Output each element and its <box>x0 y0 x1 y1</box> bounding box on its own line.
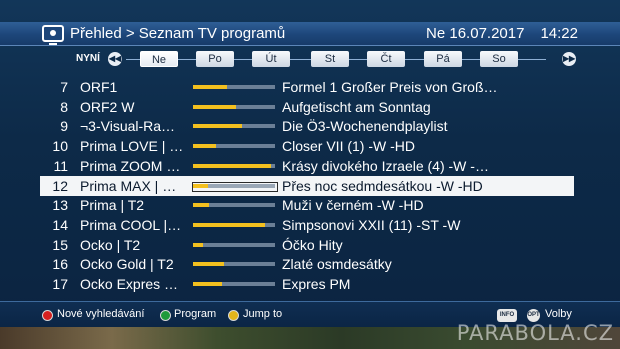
day-tab-friday[interactable]: Pá <box>424 51 462 67</box>
rewind-icon[interactable]: ◀◀ <box>108 52 122 66</box>
progress-fill <box>193 104 236 109</box>
program-title: Closer VII (1) -W -HD <box>282 138 415 155</box>
channel-name: ORF1 <box>80 79 118 95</box>
channel-name: Ocko Gold | T2 <box>80 256 174 273</box>
new-search-label[interactable]: Nové vyhledávání <box>57 308 144 320</box>
yellow-button-icon[interactable] <box>228 310 239 321</box>
progress-bar <box>193 222 275 227</box>
table-row[interactable]: 17 Ocko Expres … Expres PM <box>40 274 574 294</box>
channel-number: 8 <box>60 98 68 115</box>
program-title: Muži v černém -W -HD <box>282 197 424 214</box>
program-title: Óčko Hity <box>282 236 343 253</box>
table-row[interactable]: 15 Ocko | T2 Óčko Hity <box>40 235 574 255</box>
program-title: Krásy divokého Izraele (4) -W -… <box>282 157 489 174</box>
table-row[interactable]: 14 Prima COOL |… Simpsonovi XXII (11) -ST … <box>40 215 574 235</box>
table-row[interactable]: 8 ORF2 W Aufgetischt am Sonntag <box>40 97 574 117</box>
channel-name: ¬3-Visual-Ra… <box>80 118 176 135</box>
progress-fill <box>193 85 228 89</box>
header-bar: Přehled > Seznam TV programů Ne 16.07.20… <box>0 22 620 46</box>
program-title: Zlaté osmdesátky <box>282 256 392 273</box>
progress-bar <box>193 282 275 286</box>
program-title: Die Ö3-Wochenendplaylist <box>282 118 448 135</box>
channel-number: 14 <box>52 216 68 233</box>
green-button-icon[interactable] <box>160 310 171 321</box>
progress-fill <box>193 222 266 227</box>
channel-name: ORF2 W <box>80 98 135 115</box>
progress-fill <box>193 262 225 267</box>
breadcrumb: Přehled > Seznam TV programů <box>70 25 286 42</box>
progress-fill <box>193 203 210 208</box>
day-tab-thursday[interactable]: Čt <box>367 51 405 67</box>
jump-to-label[interactable]: Jump to <box>243 308 282 320</box>
channel-number: 11 <box>53 157 68 174</box>
channel-name: Prima COOL |… <box>80 216 182 233</box>
table-row-selected[interactable]: 12 Prima MAX | … Přes noc sedmdesátkou -W … <box>40 175 574 196</box>
progress-fill <box>193 144 216 149</box>
progress-bar <box>193 124 275 129</box>
progress-fill <box>193 163 271 168</box>
program-title: Expres PM <box>282 276 351 292</box>
progress-bar <box>192 181 278 192</box>
table-row[interactable]: 13 Prima | T2 Muži v černém -W -HD <box>40 195 574 215</box>
options-label[interactable]: Volby <box>545 308 572 320</box>
program-title: Přes noc sedmdesátkou -W -HD <box>282 177 483 194</box>
day-tab-tuesday[interactable]: Út <box>252 51 290 67</box>
channel-number: 12 <box>52 177 68 194</box>
channel-number: 10 <box>52 138 68 155</box>
progress-fill <box>193 124 243 129</box>
epg-screen: Přehled > Seznam TV programů Ne 16.07.20… <box>0 0 620 349</box>
table-row[interactable]: 16 Ocko Gold | T2 Zlaté osmdesátky <box>40 254 574 274</box>
channel-name: Prima MAX | … <box>80 177 177 194</box>
progress-fill <box>193 282 222 286</box>
table-row[interactable]: 11 Prima ZOOM … Krásy divokého Izraele (4)… <box>40 156 574 176</box>
program-label[interactable]: Program <box>174 308 216 320</box>
now-label: NYNÍ <box>76 53 100 64</box>
progress-bar <box>193 104 275 109</box>
day-tab-wednesday[interactable]: St <box>311 51 349 67</box>
channel-number: 9 <box>60 118 68 135</box>
tv-icon <box>42 25 64 45</box>
channel-number: 17 <box>52 276 68 292</box>
day-selector: NYNÍ ◀◀ Ne Po Út St Čt Pá So ▶▶ <box>0 49 620 69</box>
current-date: Ne 16.07.2017 <box>426 25 525 42</box>
channel-number: 15 <box>52 236 68 253</box>
progress-bar <box>193 203 275 208</box>
program-title: Aufgetischt am Sonntag <box>282 98 431 115</box>
progress-bar <box>193 85 275 89</box>
current-time: 14:22 <box>540 25 578 42</box>
channel-name: Ocko | T2 <box>80 236 141 253</box>
program-title: Formel 1 Großer Preis von Groß… <box>282 79 498 95</box>
channel-name: Ocko Expres … <box>80 276 179 292</box>
watermark: PARABOLA.CZ <box>456 321 614 345</box>
table-row[interactable]: 10 Prima LOVE | … Closer VII (1) -W -HD <box>40 136 574 156</box>
day-tab-sunday[interactable]: Ne <box>140 51 178 67</box>
channel-name: Prima ZOOM … <box>80 157 181 174</box>
day-tab-saturday[interactable]: So <box>480 51 518 67</box>
table-row[interactable]: 9 ¬3-Visual-Ra… Die Ö3-Wochenendplaylist <box>40 116 574 136</box>
progress-bar <box>193 262 275 267</box>
red-button-icon[interactable] <box>42 310 53 321</box>
table-row[interactable]: 7 ORF1 Formel 1 Großer Preis von Groß… <box>40 77 574 97</box>
program-title: Simpsonovi XXII (11) -ST -W <box>282 216 461 233</box>
channel-number: 13 <box>52 197 68 214</box>
progress-bar <box>193 163 275 168</box>
date-time: Ne 16.07.2017 14:22 <box>426 25 578 42</box>
channel-name: Prima | T2 <box>80 197 145 214</box>
day-tab-monday[interactable]: Po <box>196 51 234 67</box>
channel-number: 7 <box>60 79 68 95</box>
progress-fill <box>193 183 208 188</box>
progress-fill <box>193 242 203 247</box>
progress-bar <box>193 242 275 247</box>
fast-forward-icon[interactable]: ▶▶ <box>562 52 576 66</box>
channel-number: 16 <box>52 256 68 273</box>
channel-name: Prima LOVE | … <box>80 138 184 155</box>
progress-bar <box>193 144 275 149</box>
